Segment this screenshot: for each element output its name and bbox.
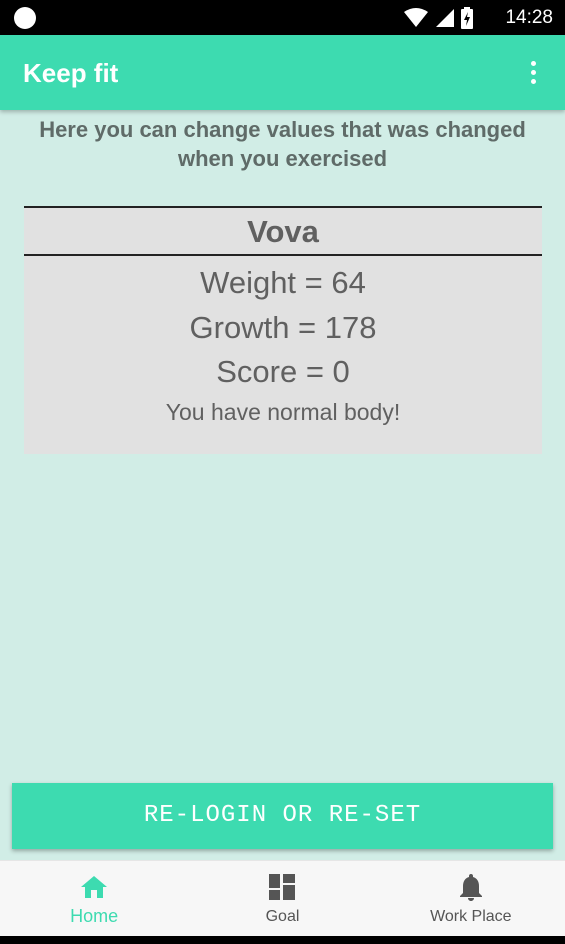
- profile-name: Vova: [24, 208, 542, 256]
- intro-text: Here you can change values that was chan…: [39, 117, 526, 171]
- app-title: Keep fit: [23, 58, 119, 88]
- profile-card: Vova Weight = 64 Growth = 178 Score = 0 …: [24, 206, 542, 454]
- status-bar: 14:28: [0, 0, 565, 35]
- system-navigation-bar: [0, 936, 565, 944]
- nav-item-work-place[interactable]: Work Place: [377, 861, 565, 937]
- nav-item-home[interactable]: Home: [0, 861, 188, 937]
- nav-label-goal: Goal: [265, 908, 300, 925]
- body-status-text: You have normal body!: [165, 399, 401, 425]
- growth-value: Growth = 178: [189, 310, 377, 345]
- score-value: Score = 0: [216, 354, 350, 389]
- weight-value: Weight = 64: [200, 265, 366, 300]
- more-vert-icon[interactable]: [519, 57, 547, 87]
- nav-label-home: Home: [70, 906, 119, 926]
- bell-icon: [457, 873, 485, 901]
- menu-dot: [530, 60, 536, 66]
- nav-label-work-place: Work Place: [430, 908, 512, 925]
- notification-dot-icon: [14, 7, 36, 29]
- relogin-reset-button[interactable]: RE-LOGIN OR RE-SET: [12, 783, 553, 849]
- dashboard-icon: [268, 873, 296, 901]
- status-time: 14:28: [505, 7, 553, 28]
- home-icon: [80, 873, 108, 901]
- wifi-icon: [403, 8, 429, 28]
- bottom-navigation: Home Goal Work Place: [0, 860, 565, 937]
- signal-icon: [435, 8, 455, 28]
- menu-dot: [530, 69, 536, 75]
- battery-charging-icon: [461, 7, 473, 29]
- status-icons: [403, 7, 473, 29]
- app-bar: Keep fit: [0, 35, 565, 110]
- menu-dot: [530, 78, 536, 84]
- nav-item-goal[interactable]: Goal: [188, 861, 376, 937]
